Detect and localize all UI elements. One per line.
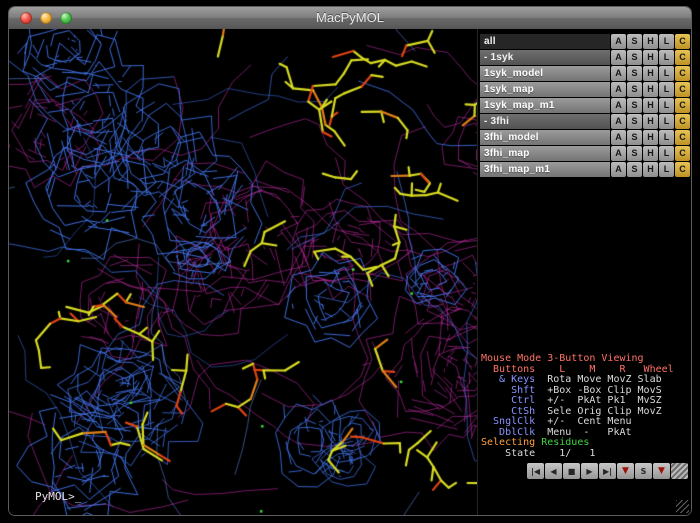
object-1syk-menu-L[interactable]: L [659, 50, 674, 65]
object-1syk_model-menu-S[interactable]: S [627, 66, 642, 81]
object-3fhi_map-menu-C[interactable]: C [675, 146, 690, 161]
object-toggle-3fhi_map_m1[interactable]: 3fhi_map_m1 [480, 162, 610, 177]
object-all-menu-S[interactable]: S [627, 34, 642, 49]
object-1syk-menu-H[interactable]: H [643, 50, 658, 65]
object-3fhi_model-menu-H[interactable]: H [643, 130, 658, 145]
object-1syk_map-menu-L[interactable]: L [659, 82, 674, 97]
vcr-grip-icon[interactable] [671, 463, 688, 479]
rewind-button[interactable]: |◀ [527, 463, 544, 479]
object-row-3fhi_map: 3fhi_mapASHLC [480, 146, 690, 161]
object-all-menu-L[interactable]: L [659, 34, 674, 49]
command-prompt[interactable]: PyMOL>_ [35, 490, 81, 503]
object-3fhi-menu-L[interactable]: L [659, 114, 674, 129]
movie-controls: |◀◀■▶▶|▼S▼ [527, 463, 688, 479]
object-1syk-menu-S[interactable]: S [627, 50, 642, 65]
object-row-3fhi: - 3fhiASHLC [480, 114, 690, 129]
object-3fhi_map-menu-A[interactable]: A [611, 146, 626, 161]
fast-forward-button[interactable]: ▼ [617, 463, 634, 479]
stop-button[interactable]: ■ [563, 463, 580, 479]
object-3fhi-menu-S[interactable]: S [627, 114, 642, 129]
step-forward-button[interactable]: ▶| [599, 463, 616, 479]
object-1syk-menu-A[interactable]: A [611, 50, 626, 65]
object-1syk_model-menu-L[interactable]: L [659, 66, 674, 81]
object-1syk_model-menu-A[interactable]: A [611, 66, 626, 81]
object-toggle-3fhi_model[interactable]: 3fhi_model [480, 130, 610, 145]
object-row-1syk_map_m1: 1syk_map_m1ASHLC [480, 98, 690, 113]
object-1syk_map_m1-menu-A[interactable]: A [611, 98, 626, 113]
object-3fhi-menu-A[interactable]: A [611, 114, 626, 129]
window-title: MacPyMOL [9, 7, 691, 29]
record-button[interactable]: ▼ [653, 463, 670, 479]
object-toggle-1syk_model[interactable]: 1syk_model [480, 66, 610, 81]
object-3fhi-menu-C[interactable]: C [675, 114, 690, 129]
object-toggle-all[interactable]: all [480, 34, 610, 49]
object-3fhi_map_m1-menu-C[interactable]: C [675, 162, 690, 177]
object-toggle-1syk_map[interactable]: 1syk_map [480, 82, 610, 97]
object-1syk_model-menu-C[interactable]: C [675, 66, 690, 81]
object-3fhi_map_m1-menu-H[interactable]: H [643, 162, 658, 177]
object-3fhi_model-menu-S[interactable]: S [627, 130, 642, 145]
object-3fhi_map_m1-menu-A[interactable]: A [611, 162, 626, 177]
object-all-menu-H[interactable]: H [643, 34, 658, 49]
object-row-all: allASHLC [480, 34, 690, 49]
object-toggle-3fhi[interactable]: - 3fhi [480, 114, 610, 129]
object-3fhi_model-menu-L[interactable]: L [659, 130, 674, 145]
object-list: allASHLC- 1sykASHLC1syk_modelASHLC1syk_m… [478, 29, 691, 177]
control-panel: allASHLC- 1sykASHLC1syk_modelASHLC1syk_m… [477, 29, 691, 515]
object-1syk_map-menu-S[interactable]: S [627, 82, 642, 97]
titlebar[interactable]: MacPyMOL [9, 7, 691, 30]
mouse-panel: Mouse Mode 3-Button Viewing Buttons L M … [481, 354, 674, 459]
object-3fhi-menu-H[interactable]: H [643, 114, 658, 129]
object-1syk_map-menu-C[interactable]: C [675, 82, 690, 97]
object-1syk_map_m1-menu-L[interactable]: L [659, 98, 674, 113]
object-1syk_model-menu-H[interactable]: H [643, 66, 658, 81]
object-row-1syk: - 1sykASHLC [480, 50, 690, 65]
object-row-3fhi_map_m1: 3fhi_map_m1ASHLC [480, 162, 690, 177]
object-toggle-1syk_map_m1[interactable]: 1syk_map_m1 [480, 98, 610, 113]
object-1syk_map_m1-menu-C[interactable]: C [675, 98, 690, 113]
object-1syk_map-menu-H[interactable]: H [643, 82, 658, 97]
macpymol-window: MacPyMOL PyMOL>_ allASHLC- 1sykASHLC1syk… [9, 7, 691, 515]
object-all-menu-A[interactable]: A [611, 34, 626, 49]
object-row-1syk_map: 1syk_mapASHLC [480, 82, 690, 97]
object-3fhi_map-menu-S[interactable]: S [627, 146, 642, 161]
object-3fhi_map_m1-menu-L[interactable]: L [659, 162, 674, 177]
object-3fhi_model-menu-A[interactable]: A [611, 130, 626, 145]
mouse-panel-line-10[interactable]: State 1/ 1 [481, 449, 674, 460]
content-area: PyMOL>_ allASHLC- 1sykASHLC1syk_modelASH… [9, 29, 691, 515]
resize-grip[interactable] [676, 500, 689, 513]
object-row-1syk_model: 1syk_modelASHLC [480, 66, 690, 81]
object-3fhi_model-menu-C[interactable]: C [675, 130, 690, 145]
object-1syk-menu-C[interactable]: C [675, 50, 690, 65]
play-button[interactable]: ▶ [581, 463, 598, 479]
object-toggle-3fhi_map[interactable]: 3fhi_map [480, 146, 610, 161]
object-row-3fhi_model: 3fhi_modelASHLC [480, 130, 690, 145]
object-1syk_map_m1-menu-H[interactable]: H [643, 98, 658, 113]
object-all-menu-C[interactable]: C [675, 34, 690, 49]
object-3fhi_map-menu-L[interactable]: L [659, 146, 674, 161]
object-toggle-1syk[interactable]: - 1syk [480, 50, 610, 65]
object-3fhi_map_m1-menu-S[interactable]: S [627, 162, 642, 177]
scene-button[interactable]: S [635, 463, 652, 479]
object-3fhi_map-menu-H[interactable]: H [643, 146, 658, 161]
step-back-button[interactable]: ◀ [545, 463, 562, 479]
object-1syk_map_m1-menu-S[interactable]: S [627, 98, 642, 113]
object-1syk_map-menu-A[interactable]: A [611, 82, 626, 97]
